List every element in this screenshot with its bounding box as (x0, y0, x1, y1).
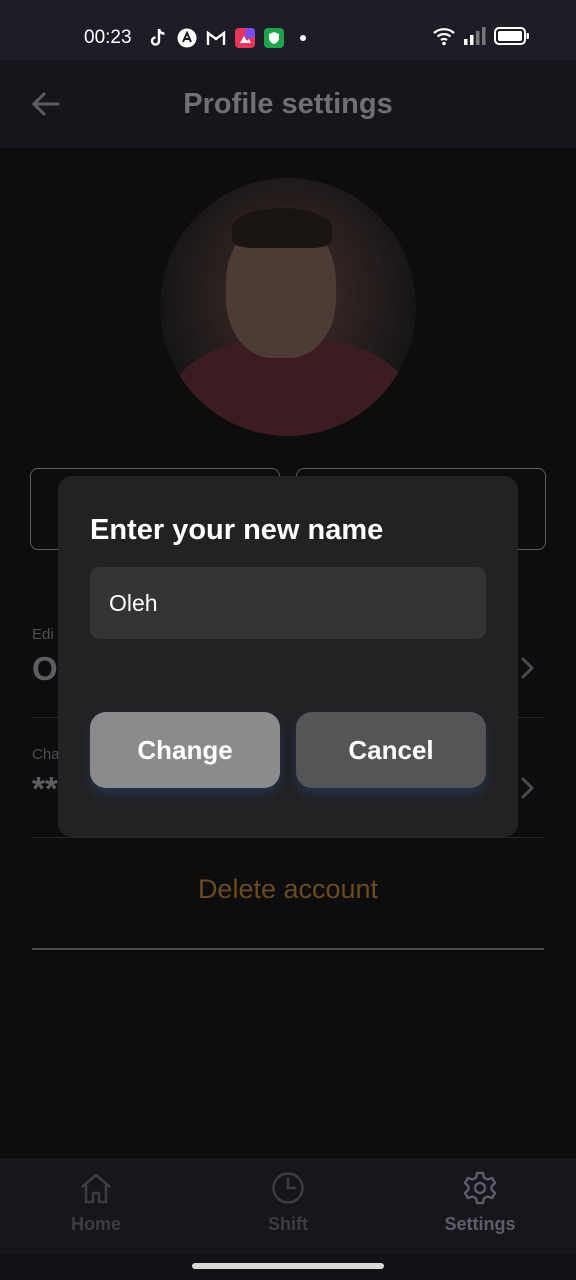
nav-item-shift[interactable]: Shift (192, 1158, 384, 1254)
dialog-title: Enter your new name (90, 514, 384, 546)
nav-item-home[interactable]: Home (0, 1158, 192, 1254)
status-time: 00:23 (84, 27, 132, 48)
clock-icon (270, 1170, 306, 1206)
bottom-nav: Home Shift Settings (0, 1158, 576, 1254)
app-bar: Profile settings (0, 60, 576, 148)
avatar[interactable] (160, 178, 416, 436)
notification-icons (148, 27, 313, 49)
edit-name-value: O (32, 650, 58, 687)
nav-item-settings[interactable]: Settings (384, 1158, 576, 1254)
dot-icon (293, 28, 313, 48)
avatar-hair (232, 208, 332, 248)
chevron-right-icon (518, 654, 536, 682)
status-bar: 00:23 (0, 0, 576, 60)
wifi-icon (432, 26, 456, 51)
nav-label-shift: Shift (268, 1214, 308, 1234)
name-input[interactable] (90, 567, 486, 639)
cancel-button[interactable]: Cancel (296, 712, 486, 788)
divider (32, 948, 544, 950)
system-icons (432, 26, 530, 51)
photos-app-icon (235, 28, 255, 48)
home-icon (78, 1170, 114, 1206)
vpn-shield-icon (264, 28, 284, 48)
rename-dialog: Enter your new name Change Cancel (58, 476, 518, 837)
gear-icon (462, 1170, 498, 1206)
change-button[interactable]: Change (90, 712, 280, 788)
page-title: Profile settings (183, 88, 393, 120)
tiktok-icon (148, 28, 168, 48)
chevron-right-icon (518, 774, 536, 802)
home-indicator-bar[interactable] (192, 1263, 384, 1269)
arrow-app-icon (177, 28, 197, 48)
change-password-value: ** (32, 770, 58, 807)
edit-name-label: Edi (32, 626, 54, 643)
nav-label-settings: Settings (444, 1214, 516, 1234)
nav-label-home: Home (70, 1214, 121, 1234)
signal-icon (464, 27, 486, 50)
delete-account-link[interactable]: Delete account (0, 874, 576, 905)
change-password-label: Cha (32, 746, 60, 763)
battery-icon (494, 27, 530, 50)
gmail-icon (206, 28, 226, 48)
